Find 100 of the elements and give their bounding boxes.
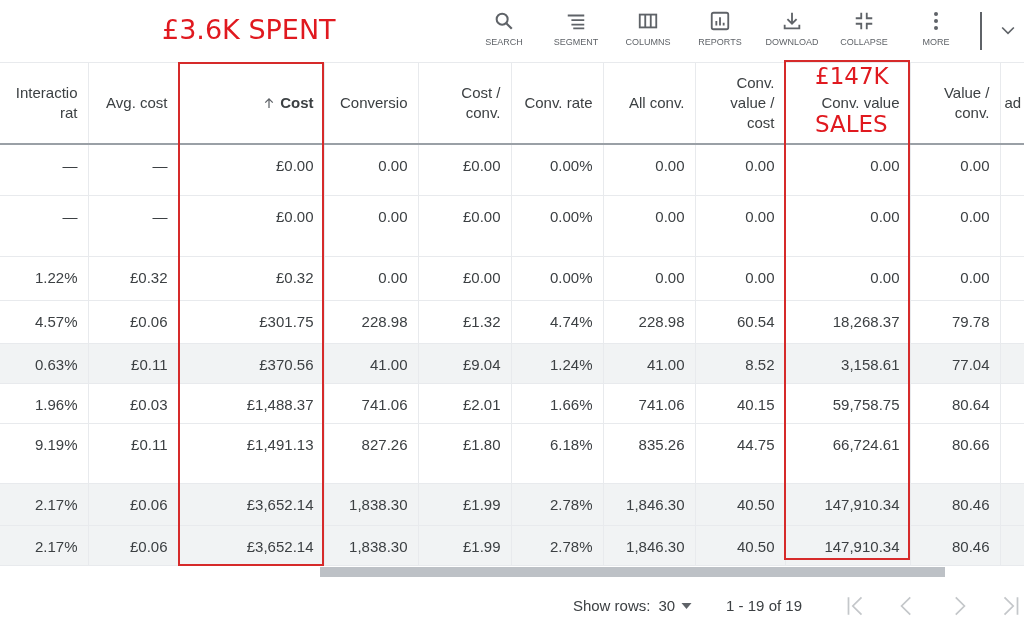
table-cell: 1,838.30 — [324, 483, 418, 525]
table-cell: — — [88, 144, 178, 195]
toolbar-button[interactable]: SEARCH — [468, 10, 540, 47]
table-cell: 0.00 — [695, 256, 785, 300]
table-cell: 0.00 — [324, 144, 418, 195]
table-cell: 0.00 — [785, 195, 910, 256]
table-cell: 228.98 — [603, 300, 695, 343]
table-cell: — — [88, 195, 178, 256]
table-cell: 4.74% — [511, 300, 603, 343]
toolbar-button[interactable]: REPORTS — [684, 10, 756, 47]
table-cell: 79.78 — [910, 300, 1000, 343]
table-cell: £1,491.13 — [178, 423, 324, 483]
column-header[interactable]: Conv. rate — [524, 93, 593, 113]
column-header[interactable]: Conversio — [339, 93, 408, 113]
annotation-text: £147K — [815, 64, 889, 88]
table-cell: 66,724.61 — [785, 423, 910, 483]
table-cell: 1.66% — [511, 383, 603, 423]
annotation-text: SALES — [815, 112, 888, 136]
table-cell: £0.11 — [88, 343, 178, 383]
table-cell: 80.46 — [910, 483, 1000, 525]
column-header[interactable]: Conv. value — [821, 93, 900, 113]
table-cell: £1.99 — [418, 525, 511, 565]
toolbar-button[interactable]: COLLAPSE — [828, 10, 900, 47]
column-header[interactable]: Cost — [264, 93, 314, 113]
table-cell: 0.00 — [785, 144, 910, 195]
table-cell: 0.00% — [511, 195, 603, 256]
download-icon — [781, 10, 803, 32]
toolbar-button[interactable]: MORE — [900, 10, 972, 47]
page-range: 1 - 19 of 19 — [726, 597, 802, 614]
table-cell: 80.46 — [910, 525, 1000, 565]
table-cell: — — [0, 144, 88, 195]
table-cell: £0.00 — [418, 256, 511, 300]
rows-dropdown[interactable]: 30 — [658, 597, 693, 614]
column-header[interactable]: All conv. — [628, 93, 685, 113]
table-cell: £9.04 — [418, 343, 511, 383]
search-icon — [493, 10, 515, 32]
table-cell: 3,158.61 — [785, 343, 910, 383]
table-cell: 0.63% — [0, 343, 88, 383]
table-cell: 80.66 — [910, 423, 1000, 483]
table-cell: 40.50 — [695, 525, 785, 565]
column-header[interactable]: ad — [1004, 93, 1022, 113]
table-cell: 18,268.37 — [785, 300, 910, 343]
table-cell: 2.78% — [511, 525, 603, 565]
toolbar-button[interactable]: DOWNLOAD — [756, 10, 828, 47]
table-cell: 0.00% — [511, 144, 603, 195]
table-cell: £0.00 — [178, 195, 324, 256]
table-cell: 9.19% — [0, 423, 88, 483]
table-cell: 741.06 — [324, 383, 418, 423]
table-cell: 0.00 — [324, 195, 418, 256]
table-cell: 0.00 — [910, 195, 1000, 256]
table-cell: 741.06 — [603, 383, 695, 423]
bar-chart-icon — [709, 10, 731, 32]
table-cell: 2.17% — [0, 525, 88, 565]
table-cell: 77.04 — [910, 343, 1000, 383]
table-cell: £370.56 — [178, 343, 324, 383]
table-cell: 0.00 — [603, 256, 695, 300]
table-cell: 2.78% — [511, 483, 603, 525]
table-cell: £1,488.37 — [178, 383, 324, 423]
table-cell: 0.00 — [910, 256, 1000, 300]
arrow-up-icon — [264, 97, 275, 109]
dropdown-caret-icon — [681, 602, 693, 609]
table-cell: £0.32 — [178, 256, 324, 300]
table-cell: £0.06 — [88, 483, 178, 525]
table-cell: 4.57% — [0, 300, 88, 343]
table-cell: 1.96% — [0, 383, 88, 423]
table-cell: 40.15 — [695, 383, 785, 423]
column-header[interactable]: Avg. cost — [106, 93, 168, 113]
table-cell: 60.54 — [695, 300, 785, 343]
table-cell: 0.00 — [785, 256, 910, 300]
table-cell: 1,846.30 — [603, 483, 695, 525]
table-cell: 41.00 — [603, 343, 695, 383]
table-cell: 147,910.34 — [785, 483, 910, 525]
table-cell: £1.99 — [418, 483, 511, 525]
table-cell: 2.17% — [0, 483, 88, 525]
table-cell: 0.00 — [695, 195, 785, 256]
toolbar-button[interactable]: SEGMENT — [540, 10, 612, 47]
scrollbar-thumb[interactable] — [320, 566, 945, 577]
table-cell: 827.26 — [324, 423, 418, 483]
table-cell: 59,758.75 — [785, 383, 910, 423]
table-cell: 835.26 — [603, 423, 695, 483]
table-cell: £0.06 — [88, 300, 178, 343]
table-cell: £0.32 — [88, 256, 178, 300]
table-cell: 41.00 — [324, 343, 418, 383]
table-cell: £1.32 — [418, 300, 511, 343]
table-cell: £0.00 — [418, 144, 511, 195]
table-cell: £0.06 — [88, 525, 178, 565]
table-cell: 0.00 — [603, 195, 695, 256]
table-cell: £0.11 — [88, 423, 178, 483]
table-cell: £1.80 — [418, 423, 511, 483]
table-cell: £2.01 — [418, 383, 511, 423]
table-cell: — — [0, 195, 88, 256]
table-cell: 1.24% — [511, 343, 603, 383]
table-cell: 8.52 — [695, 343, 785, 383]
annotation-text: £3.6K SPENT — [162, 14, 336, 45]
more-icon — [933, 11, 939, 31]
table-cell: 1,846.30 — [603, 525, 695, 565]
table-cell: £3,652.14 — [178, 525, 324, 565]
table-cell: £3,652.14 — [178, 483, 324, 525]
table-cell: 1.22% — [0, 256, 88, 300]
toolbar-button[interactable]: COLUMNS — [612, 10, 684, 47]
